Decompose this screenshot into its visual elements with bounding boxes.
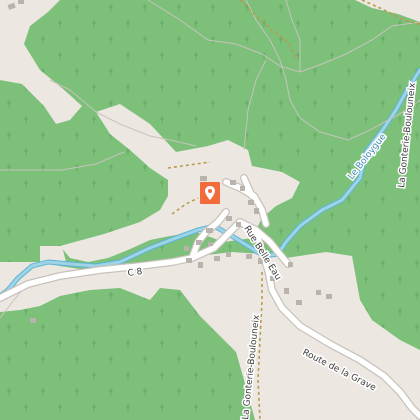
building (230, 180, 236, 185)
building (248, 200, 254, 205)
building (288, 262, 293, 267)
building (236, 222, 241, 227)
building (198, 262, 203, 268)
building (226, 252, 231, 257)
building (246, 254, 252, 259)
building (316, 290, 321, 295)
building (184, 246, 189, 251)
location-marker[interactable] (200, 182, 220, 204)
building (214, 256, 220, 261)
building (208, 242, 213, 246)
clearing-patch (40, 246, 66, 262)
building (296, 300, 302, 305)
building (240, 186, 245, 191)
building (186, 258, 192, 263)
building (254, 208, 259, 214)
building (226, 216, 232, 221)
building (30, 318, 36, 323)
road-label-c8: C 8 (127, 267, 143, 279)
building (326, 294, 332, 299)
building (284, 288, 289, 294)
building (18, 0, 24, 4)
building (196, 240, 202, 245)
building (200, 176, 207, 181)
map-view[interactable]: C 8 Rue Belle Eau Route de la Grave La G… (0, 0, 420, 420)
building (206, 228, 213, 233)
